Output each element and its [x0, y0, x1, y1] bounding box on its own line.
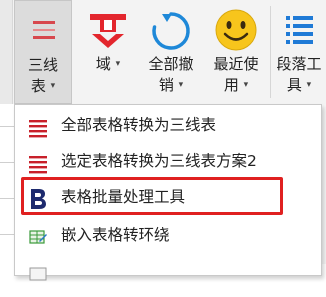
three-line-table-button[interactable]: 三线 表 ▾: [14, 0, 72, 104]
ribbon-left-edge: [0, 0, 13, 104]
menu-item-label: 选定表格转换为三线表方案2: [61, 152, 257, 170]
menu-item-label: 全部表格转换为三线表: [61, 116, 217, 134]
undo-all-button[interactable]: 全部撤 销 ▾: [140, 0, 202, 104]
list-icon: [272, 8, 326, 52]
undo-all-label-1: 全部撤: [148, 55, 194, 73]
chevron-down-icon: ▾: [178, 80, 184, 90]
recently-used-label-2: 用: [223, 76, 239, 94]
recently-used-label-1: 最近使: [213, 55, 259, 73]
three-line-table-dropdown-menu: 全部表格转换为三线表 选定表格转换为三线表方案2 表格批量处理工具 嵌入表格转环…: [14, 104, 322, 281]
menu-item-convert-all[interactable]: 全部表格转换为三线表: [15, 107, 321, 143]
field-button[interactable]: 域 ▾: [78, 0, 138, 104]
menu-item-label: 嵌入表格转环绕: [61, 226, 170, 244]
undo-all-label-2: 销: [158, 76, 174, 94]
chevron-down-icon: ▾: [115, 59, 121, 69]
field-label: 域: [95, 55, 111, 73]
menu-item-convert-selected[interactable]: 选定表格转换为三线表方案2: [15, 143, 321, 179]
red-lines-icon: [27, 151, 49, 174]
paragraph-tools-label-2: 具: [286, 76, 302, 94]
highlight-box: [21, 177, 283, 215]
three-line-table-icon: [15, 9, 71, 53]
ribbon: 三线 表 ▾ 域 ▾ 全部撤 销 ▾ 最近使 用 ▾ 段落工 具 ▾: [0, 0, 326, 105]
paragraph-tools-label-1: 段落工: [276, 55, 322, 73]
chevron-down-icon: ▾: [243, 80, 249, 90]
menu-item-embed-wrap[interactable]: 嵌入表格转环绕: [15, 217, 321, 253]
three-line-table-label-1: 三线: [27, 56, 58, 74]
ribbon-separator: [270, 6, 271, 98]
menu-item-partial[interactable]: [15, 253, 321, 289]
undo-circle-icon: [140, 8, 202, 52]
three-line-table-label-2: 表: [30, 77, 46, 95]
document-background: [0, 104, 14, 264]
chevron-down-icon: ▾: [50, 81, 56, 91]
red-lines-icon: [27, 115, 49, 138]
chevron-down-icon: ▾: [306, 80, 312, 90]
field-logo-icon: [78, 8, 138, 52]
wrap-table-icon: [27, 225, 49, 245]
partial-icon: [27, 261, 49, 281]
smiley-icon: [204, 8, 268, 52]
recently-used-button[interactable]: 最近使 用 ▾: [204, 0, 268, 104]
paragraph-tools-button[interactable]: 段落工 具 ▾: [272, 0, 326, 104]
